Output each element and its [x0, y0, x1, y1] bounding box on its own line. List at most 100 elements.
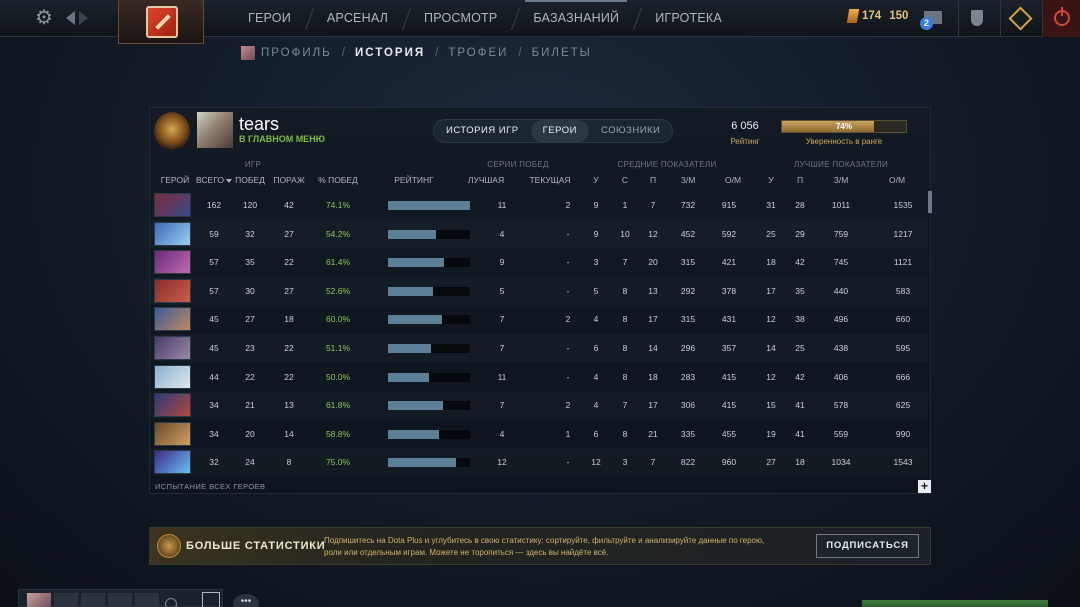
rating-bar-fill — [388, 429, 439, 439]
table-row[interactable]: 45 23 22 51.1% 7 - 6 8 14 296 357 14 25 438 595 — [150, 334, 928, 362]
invite-plus-icon[interactable] — [165, 598, 177, 607]
cell-bxpm: 625 — [895, 400, 911, 411]
col-avg-assists[interactable]: П — [647, 175, 659, 185]
subscribe-button[interactable]: ПОДПИСАТЬСЯ — [816, 534, 919, 558]
hero-portrait[interactable] — [154, 364, 191, 389]
table-row[interactable]: 57 30 27 52.6% 5 - 5 8 13 292 378 17 35 440 583 — [150, 277, 928, 305]
cell-aa: 17 — [648, 314, 658, 325]
dota-plus-button[interactable] — [1000, 0, 1038, 37]
col-current-streak[interactable]: ТЕКУЩАЯ — [526, 175, 574, 185]
col-losses[interactable]: ПОРАЖ — [272, 175, 306, 185]
subnav-trophies[interactable]: ТРОФЕИ — [448, 47, 508, 59]
col-winrate[interactable]: % ПОБЕД — [316, 175, 360, 185]
tab-match-history[interactable]: ИСТОРИЯ ИГР — [434, 120, 531, 142]
all-hero-challenge-label[interactable]: ИСПЫТАНИЕ ВСЕХ ГЕРОЕВ — [155, 482, 265, 491]
table-row[interactable]: 59 32 27 54.2% 4 - 9 10 12 452 592 25 29 759 1217 — [150, 220, 928, 248]
hero-portrait[interactable] — [154, 393, 191, 418]
hero-portrait[interactable] — [154, 250, 191, 275]
tab-heroes[interactable]: ГЕРОИ — [530, 120, 589, 142]
table-row[interactable]: 34 21 13 61.8% 7 2 4 7 17 306 415 15 41 578 625 — [150, 391, 928, 419]
profile-subnav: ПРОФИЛЬ / ИСТОРИЯ / ТРОФЕИ / БИЛЕТЫ — [241, 45, 592, 61]
cell-total: 162 — [206, 200, 222, 210]
cell-current: 2 — [565, 400, 571, 411]
table-row[interactable]: 45 27 18 60.0% 7 2 4 8 17 315 431 12 38 496 660 — [150, 305, 928, 333]
table-row[interactable]: 32 24 8 75.0% 12 - 12 3 7 822 960 27 18 1034 1543 — [150, 448, 928, 476]
cell-losses: 8 — [286, 457, 292, 468]
col-best-gpm[interactable]: З/М — [829, 175, 853, 185]
cell-wins: 32 — [245, 228, 255, 239]
cell-ad: 8 — [622, 428, 628, 439]
col-best-streak[interactable]: ЛУЧШАЯ — [464, 175, 508, 185]
rating-bar-fill — [388, 229, 436, 239]
store-icon[interactable] — [202, 592, 220, 607]
hero-portrait[interactable] — [154, 307, 191, 332]
party-slot[interactable] — [135, 593, 159, 607]
hero-portrait[interactable] — [154, 450, 191, 475]
cell-total: 57 — [209, 285, 219, 296]
dota-logo-button[interactable] — [118, 0, 204, 44]
dota-plus-icon — [1008, 6, 1033, 31]
col-wins[interactable]: ПОБЕД — [234, 175, 266, 185]
player-name: tears — [239, 114, 280, 134]
power-icon — [1054, 7, 1070, 26]
col-avg-kills[interactable]: У — [590, 175, 602, 185]
tab-allies[interactable]: СОЮЗНИКИ — [589, 120, 672, 142]
chat-button[interactable]: ••• — [233, 594, 259, 607]
col-rating[interactable]: РЕЙТИНГ — [388, 175, 440, 185]
party-slot-self[interactable] — [27, 593, 51, 607]
nav-armory[interactable]: АРСЕНАЛ — [309, 0, 406, 37]
rating-label: Рейтинг — [730, 137, 760, 146]
forward-arrow-icon[interactable] — [79, 11, 88, 25]
guild-button[interactable] — [958, 0, 996, 37]
cell-agpm: 335 — [680, 428, 696, 439]
col-total[interactable]: ВСЕГО — [194, 175, 234, 185]
col-best-xpm[interactable]: О/М — [884, 175, 910, 185]
cell-ad: 7 — [622, 400, 628, 411]
table-row[interactable]: 34 20 14 58.8% 4 1 6 8 21 335 455 19 41 559 990 — [150, 420, 928, 448]
back-arrow-icon[interactable] — [66, 11, 75, 25]
hero-portrait[interactable] — [154, 193, 191, 217]
party-slot[interactable] — [81, 593, 105, 607]
top-bar: ⚙ ГЕРОИ АРСЕНАЛ ПРОСМОТР БАЗАЗНАНИЙ ИГРО… — [0, 0, 1080, 44]
expand-plus-button[interactable]: + — [918, 480, 931, 493]
col-best-kills[interactable]: У — [765, 175, 777, 185]
cell-agpm: 292 — [680, 285, 696, 296]
settings-gear-icon[interactable]: ⚙ — [33, 7, 55, 29]
currency-display[interactable]: 174 150 — [846, 9, 908, 23]
quit-button[interactable] — [1042, 0, 1080, 37]
shards-icon — [846, 9, 860, 23]
table-scrollbar[interactable] — [928, 191, 932, 213]
nav-heroes[interactable]: ГЕРОИ — [230, 0, 309, 37]
col-hero[interactable]: ГЕРОЙ — [158, 175, 192, 185]
dota-logo-icon — [146, 6, 178, 38]
cell-best: 4 — [499, 228, 505, 239]
hero-portrait[interactable] — [154, 336, 191, 360]
rating-bar — [388, 429, 470, 439]
cell-bgpm: 1034 — [831, 457, 851, 468]
hero-portrait[interactable] — [154, 421, 191, 446]
rating-bar — [388, 229, 470, 239]
col-avg-gpm[interactable]: З/М — [676, 175, 700, 185]
col-total-label: ВСЕГО — [196, 175, 224, 185]
col-avg-deaths[interactable]: С — [619, 175, 631, 185]
subnav-history[interactable]: ИСТОРИЯ — [355, 47, 425, 59]
nav-arcade[interactable]: ИГРОТЕКА — [637, 0, 740, 37]
table-row[interactable]: 44 22 22 50.0% 11 - 4 8 18 283 415 12 42 406 666 — [150, 363, 928, 391]
col-best-assists[interactable]: П — [794, 175, 806, 185]
play-dota-button[interactable] — [862, 600, 1048, 607]
cell-axpm: 960 — [721, 457, 737, 468]
subnav-profile[interactable]: ПРОФИЛЬ — [261, 47, 332, 59]
nav-watch[interactable]: ПРОСМОТР — [406, 0, 515, 37]
hero-portrait[interactable] — [154, 221, 191, 246]
table-row[interactable]: 57 35 22 61.4% 9 - 3 7 20 315 421 18 42 745 1121 — [150, 248, 928, 276]
rank-confidence-value: 74% — [835, 122, 852, 131]
player-avatar[interactable] — [197, 112, 233, 148]
col-avg-xpm[interactable]: О/М — [720, 175, 746, 185]
party-slot[interactable] — [108, 593, 132, 607]
table-row[interactable]: 162 120 42 74.1% 11 2 9 1 7 732 915 31 28 1011 1535 — [150, 191, 928, 219]
nav-learn[interactable]: БАЗАЗНАНИЙ — [515, 0, 637, 37]
subnav-tickets[interactable]: БИЛЕТЫ — [532, 47, 592, 59]
hero-portrait[interactable] — [154, 278, 191, 303]
cell-losses: 22 — [284, 343, 294, 353]
party-slot[interactable] — [54, 593, 78, 607]
